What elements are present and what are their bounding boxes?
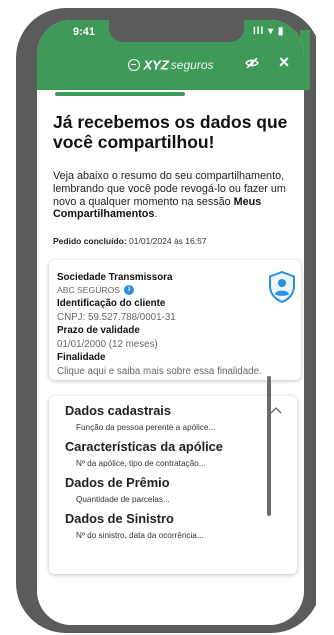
brand-logo: XYZ seguros bbox=[37, 56, 304, 74]
chevron-up-icon[interactable] bbox=[270, 406, 282, 414]
info-icon[interactable]: i bbox=[124, 285, 135, 296]
scrollbar[interactable] bbox=[267, 376, 271, 516]
section-desc: Função da pessoa perente a apólice... bbox=[76, 423, 216, 432]
phone-notch bbox=[109, 20, 244, 42]
brand-name: XYZ bbox=[143, 57, 169, 73]
shared-data-card: Dados cadastrais Função da pessoa perent… bbox=[49, 396, 297, 574]
app-header: 9:41 lll ▾ ▮ XYZ seguros × bbox=[37, 20, 304, 90]
close-icon[interactable]: × bbox=[275, 53, 293, 71]
order-label: Pedido concluído: bbox=[53, 236, 127, 246]
validity-label: Prazo de validade bbox=[57, 325, 140, 336]
brand-suffix: seguros bbox=[170, 57, 214, 72]
transmitter-value: ABC SEGUROS bbox=[57, 285, 121, 295]
transmitter-row: ABC SEGUROS i bbox=[57, 285, 135, 296]
section-desc: Quantidade de parcelas... bbox=[76, 495, 170, 504]
client-value: CNPJ: 59.527.788/0001-31 bbox=[57, 312, 176, 323]
intro-end: . bbox=[154, 208, 158, 221]
section-title[interactable]: Características da apólice bbox=[65, 439, 223, 454]
status-time: 9:41 bbox=[73, 26, 96, 38]
eye-off-icon[interactable] bbox=[245, 57, 259, 69]
page-title: Já recebemos os dados que você compartil… bbox=[53, 112, 288, 152]
order-status: Pedido concluído: 01/01/2024 às 16:57 bbox=[53, 236, 303, 246]
section-desc: Nº da apólice, tipo de contratação... bbox=[76, 459, 206, 468]
section-title[interactable]: Dados de Prêmio bbox=[65, 475, 170, 490]
phone-screen: 9:41 lll ▾ ▮ XYZ seguros × Já recebemos o… bbox=[37, 20, 304, 625]
section-desc: Nº do sinistro, data da ocorrência... bbox=[76, 531, 204, 540]
intro-text: Veja abaixo o resumo do seu compartilham… bbox=[53, 170, 303, 221]
transmitter-label: Sociedade Transmissora bbox=[57, 272, 173, 283]
shield-person-icon bbox=[269, 270, 295, 304]
validity-value: 01/01/2000 (12 meses) bbox=[57, 339, 158, 350]
purpose-label: Finalidade bbox=[57, 352, 106, 363]
status-icons: lll ▾ ▮ bbox=[253, 26, 285, 37]
brand-icon bbox=[127, 58, 140, 71]
purpose-link[interactable]: Clique aqui e saiba mais sobre essa fina… bbox=[57, 366, 262, 377]
client-label: Identificação do cliente bbox=[57, 298, 166, 309]
summary-card: Sociedade Transmissora ABC SEGUROS i Iden… bbox=[49, 260, 301, 380]
progress-bar bbox=[55, 92, 185, 96]
section-title[interactable]: Dados de Sinistro bbox=[65, 511, 174, 526]
order-date: 01/01/2024 às 16:57 bbox=[129, 236, 207, 246]
status-bar: 9:41 lll ▾ ▮ bbox=[37, 20, 304, 42]
section-title[interactable]: Dados cadastrais bbox=[65, 403, 171, 418]
